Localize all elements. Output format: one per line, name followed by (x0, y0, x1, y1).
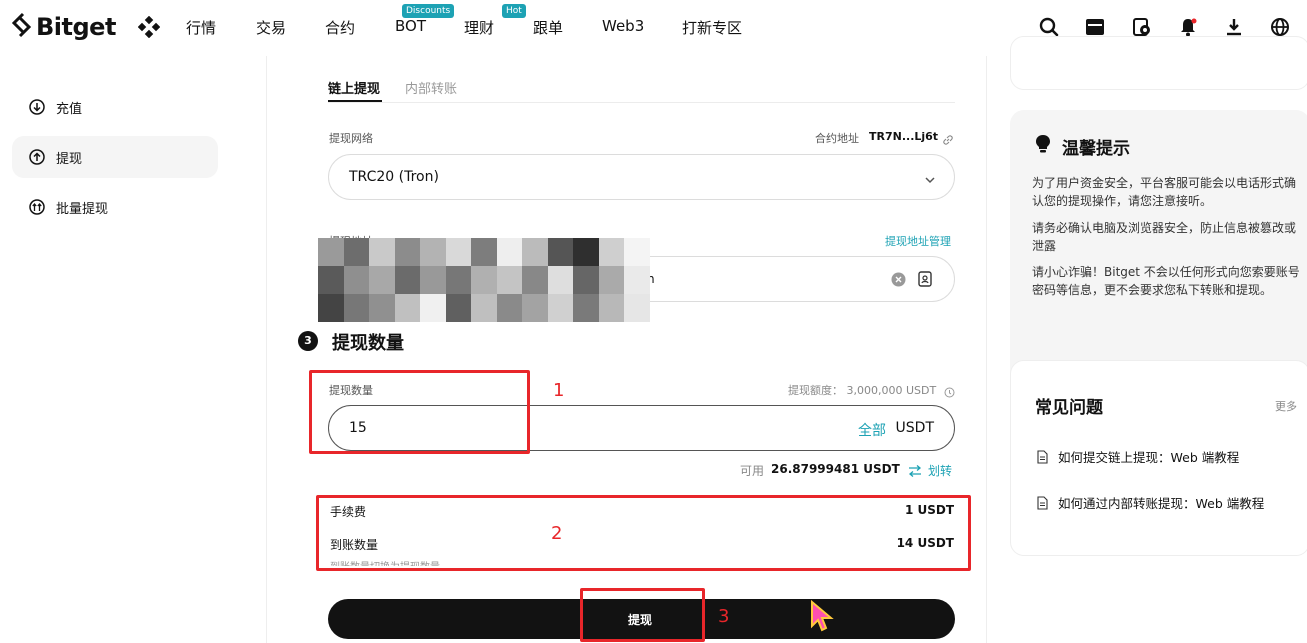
address-manage-link[interactable]: 提现地址管理 (885, 233, 951, 249)
amount-section-title: 提现数量 (332, 333, 404, 354)
nav-bot[interactable]: BOT (395, 17, 426, 35)
mouse-cursor-icon (810, 599, 836, 636)
right-info-column: 温馨提示 为了用户资金安全，平台客服可能会以电话形式确认您的提现操作，请您注意接… (1010, 36, 1307, 643)
sidebar-item-label: 批量提现 (56, 201, 109, 217)
nav-market[interactable]: 行情 (186, 17, 216, 38)
nav-web3[interactable]: Web3 (602, 17, 644, 35)
left-divider (266, 56, 267, 643)
nav-launchpad[interactable]: 打新专区 (682, 17, 742, 38)
info-icon[interactable] (944, 383, 955, 402)
sidebar-item-label: 充值 (56, 101, 83, 117)
bitget-logo-mark-icon (11, 12, 34, 43)
tips-title: 温馨提示 (1062, 139, 1130, 159)
nav-trade[interactable]: 交易 (256, 17, 286, 38)
all-amount-button[interactable]: 全部 (858, 420, 886, 440)
tab-onchain-withdraw[interactable]: 链上提现 (328, 78, 380, 97)
search-icon[interactable] (1038, 16, 1060, 38)
available-balance: 26.87999481 USDT (771, 462, 900, 476)
transfer-link[interactable]: 划转 (928, 462, 952, 479)
tips-card: 温馨提示 为了用户资金安全，平台客服可能会以电话形式确认您的提现操作，请您注意接… (1010, 110, 1307, 397)
batch-withdraw-icon (28, 198, 46, 216)
network-label: 提现网络 (329, 132, 373, 145)
top-card-remnant (1010, 36, 1307, 90)
clear-icon[interactable] (891, 272, 906, 291)
lightbulb-icon (1034, 134, 1052, 158)
right-divider (986, 56, 987, 643)
faq-item-label: 如何通过内部转账提现：Web 端教程 (1058, 496, 1265, 511)
bitget-logo[interactable]: Bitget (11, 12, 116, 43)
tip-item: 请务必确认电脑及浏览器安全，防止信息被篡改或泄露 (1032, 221, 1297, 253)
sidebar-item-label: 提现 (56, 151, 83, 167)
apps-grid-icon[interactable] (137, 15, 161, 39)
document-icon (1035, 449, 1049, 464)
faq-item-link[interactable]: 如何通过内部转账提现：Web 端教程 (1035, 493, 1264, 512)
contract-address-label: 合约地址 (815, 132, 859, 145)
withdraw-limit-text: 提现额度： 3,000,000 USDT (788, 384, 937, 397)
address-book-icon[interactable] (916, 270, 934, 292)
hot-badge: Hot (502, 4, 526, 18)
sidebar-item-deposit[interactable]: 充值 (12, 86, 218, 128)
tabs-divider (328, 102, 955, 103)
document-icon (1035, 495, 1049, 510)
deposit-icon (28, 98, 46, 116)
annotation-box-2 (316, 495, 971, 571)
tip-item: 请小心诈骗！Bitget 不会以任何形式向您索要账号密码等信息，更不会要求您私下… (1032, 265, 1300, 297)
logo-text: Bitget (36, 13, 116, 41)
faq-item-label: 如何提交链上提现：Web 端教程 (1058, 450, 1240, 465)
nav-copy-trade[interactable]: 跟单 (533, 17, 563, 38)
bell-icon[interactable] (1177, 16, 1199, 38)
available-label: 可用 (740, 464, 765, 478)
withdraw-icon (28, 148, 46, 166)
sidebar-item-withdraw[interactable]: 提现 (12, 136, 218, 178)
transfer-icon[interactable] (908, 462, 922, 481)
annotation-box-3 (580, 588, 705, 642)
annotation-label-3: 3 (718, 606, 730, 627)
step-number-badge: 3 (298, 331, 318, 351)
tip-item: 为了用户资金安全，平台客服可能会以电话形式确认您的提现操作，请您注意接听。 (1032, 176, 1297, 208)
nav-futures[interactable]: 合约 (325, 17, 355, 38)
link-icon[interactable] (942, 131, 954, 150)
faq-item-link[interactable]: 如何提交链上提现：Web 端教程 (1035, 447, 1239, 466)
network-select[interactable]: TRC20 (Tron) (328, 154, 955, 200)
annotation-box-1 (309, 370, 530, 454)
chevron-down-icon (924, 171, 936, 190)
download-icon[interactable] (1223, 16, 1245, 38)
sidebar-item-batch-withdraw[interactable]: 批量提现 (12, 186, 218, 228)
tab-internal-transfer[interactable]: 内部转账 (405, 78, 457, 97)
discounts-badge: Discounts (402, 4, 455, 18)
amount-unit: USDT (895, 420, 934, 436)
assets-icon[interactable] (1131, 16, 1153, 38)
faq-title: 常见问题 (1035, 398, 1103, 418)
faq-more-link[interactable]: 更多 (1275, 398, 1297, 414)
redacted-address-mosaic (318, 238, 650, 322)
annotation-label-1: 1 (553, 380, 565, 401)
wallet-icon[interactable] (1084, 16, 1106, 38)
faq-card: 常见问题 更多 如何提交链上提现：Web 端教程 如何通过内部转账提现：Web … (1010, 360, 1307, 556)
network-selected-value: TRC20 (Tron) (349, 169, 439, 185)
globe-icon[interactable] (1269, 16, 1291, 38)
annotation-label-2: 2 (551, 523, 563, 544)
contract-address-value: TR7N...Lj6t (869, 130, 939, 143)
nav-earn[interactable]: 理财 (464, 17, 494, 38)
